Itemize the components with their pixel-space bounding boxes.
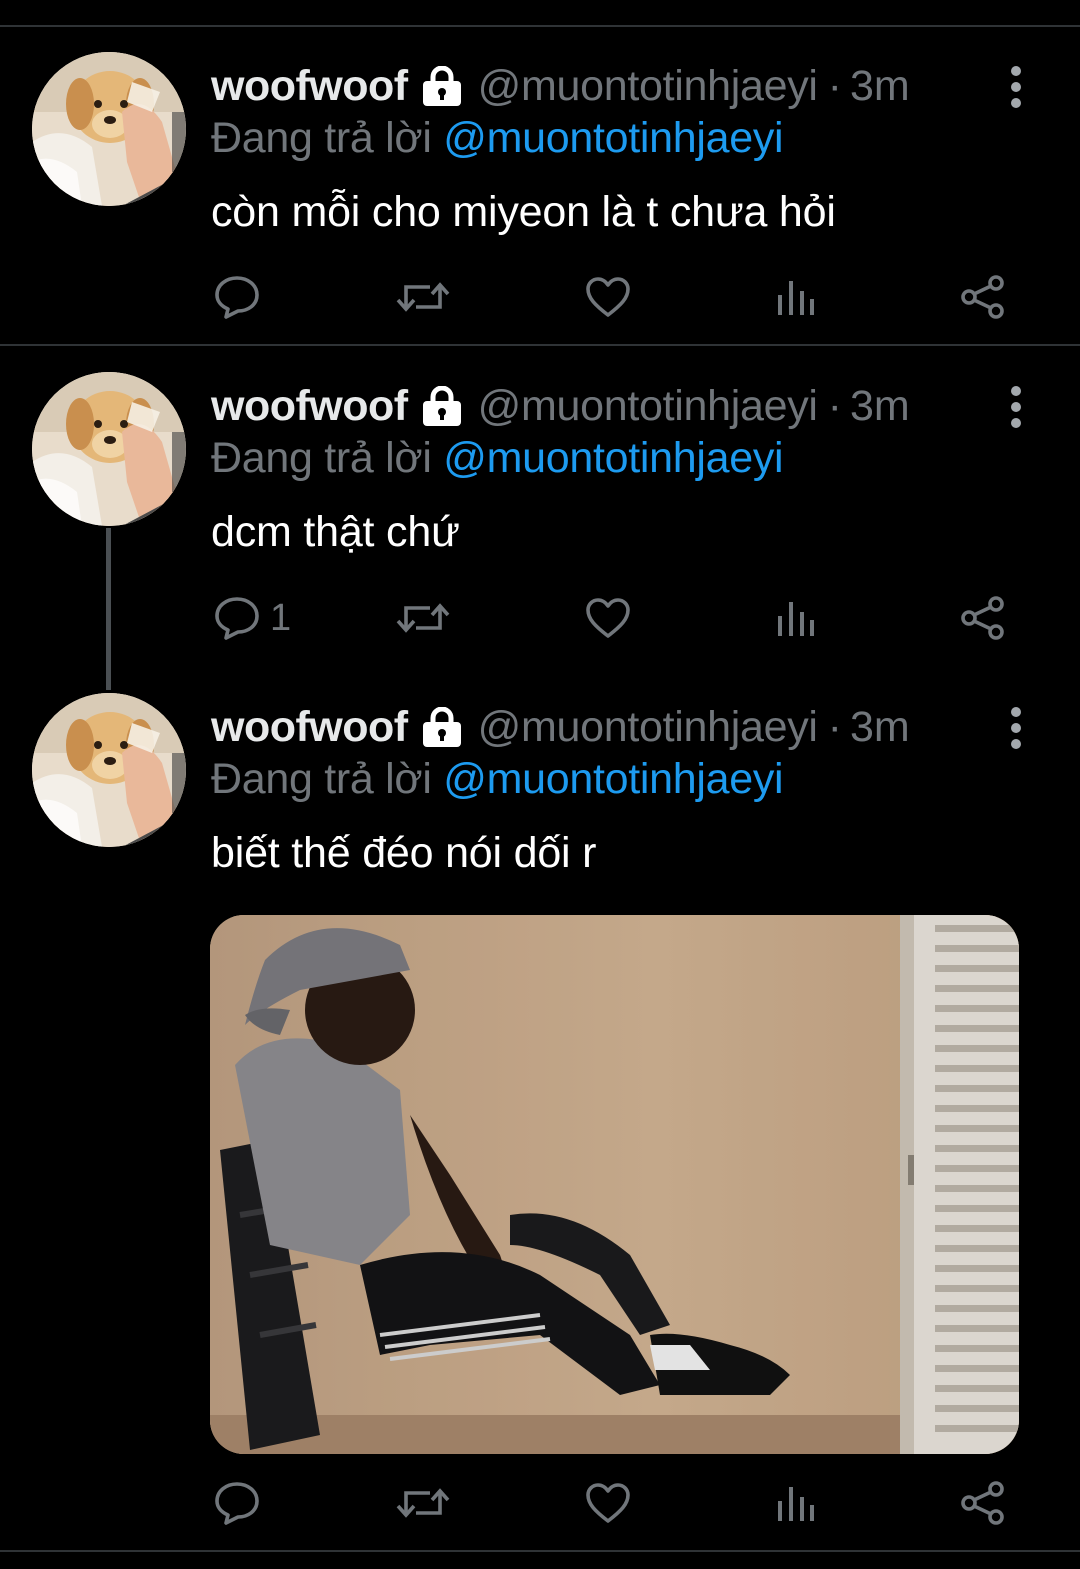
reply-button[interactable]	[214, 1473, 270, 1533]
avatar-image	[32, 693, 186, 847]
retweet-icon	[396, 1488, 450, 1518]
like-icon	[586, 598, 630, 638]
retweet-button[interactable]	[396, 588, 450, 648]
timestamp[interactable]: 3m	[850, 703, 910, 752]
share-icon	[961, 275, 1004, 319]
avatar-image	[32, 52, 186, 206]
share-button[interactable]	[960, 588, 1006, 648]
share-icon	[961, 596, 1004, 640]
views-button[interactable]	[777, 588, 815, 648]
lock-icon	[420, 66, 464, 106]
avatar[interactable]	[32, 372, 186, 526]
display-name[interactable]: woofwoof	[211, 703, 408, 752]
top-divider	[0, 25, 1080, 27]
replying-to-handle[interactable]: @muontotinhjaeyi	[443, 114, 783, 162]
reply-icon	[215, 1482, 259, 1525]
retweet-icon	[396, 282, 450, 312]
bottom-divider	[0, 1550, 1080, 1552]
replying-to-label: Đang trả lời	[211, 434, 432, 482]
share-icon	[961, 1481, 1004, 1525]
tweet-header: woofwoof @muontotinhjaeyi · 3m	[211, 701, 910, 753]
replying-to: Đang trả lời @muontotinhjaeyi	[211, 755, 784, 804]
more-icon[interactable]	[998, 382, 1034, 432]
share-button[interactable]	[960, 267, 1006, 327]
tweet-text: biết thế đéo nói dối r	[211, 829, 597, 877]
reply-count: 1	[270, 596, 292, 639]
replying-to-handle[interactable]: @muontotinhjaeyi	[443, 434, 783, 482]
like-button[interactable]	[585, 588, 631, 648]
views-button[interactable]	[777, 1473, 815, 1533]
like-icon	[586, 277, 630, 317]
user-handle[interactable]: @muontotinhjaeyi	[478, 382, 818, 431]
like-button[interactable]	[585, 1473, 631, 1533]
reply-icon	[215, 597, 259, 640]
views-button[interactable]	[777, 267, 815, 327]
tweet-header: woofwoof @muontotinhjaeyi · 3m	[211, 380, 910, 432]
replying-to: Đang trả lời @muontotinhjaeyi	[211, 114, 784, 163]
tweet-actions: 1	[0, 588, 1080, 648]
retweet-icon	[396, 603, 450, 633]
tweet-actions	[0, 267, 1080, 327]
separator-dot: ·	[827, 702, 842, 751]
display-name[interactable]: woofwoof	[211, 62, 408, 111]
separator-dot: ·	[827, 61, 842, 110]
views-icon	[778, 602, 814, 636]
user-handle[interactable]: @muontotinhjaeyi	[478, 62, 818, 111]
tweet-header: woofwoof @muontotinhjaeyi · 3m	[211, 60, 910, 112]
tweet-2[interactable]: woofwoof @muontotinhjaeyi · 3m Đang trả …	[0, 372, 1080, 672]
user-handle[interactable]: @muontotinhjaeyi	[478, 703, 818, 752]
display-name[interactable]: woofwoof	[211, 382, 408, 431]
avatar-image	[32, 372, 186, 526]
retweet-button[interactable]	[396, 267, 450, 327]
timestamp[interactable]: 3m	[850, 382, 910, 431]
reply-button[interactable]	[214, 267, 270, 327]
tweet-divider	[0, 344, 1080, 346]
replying-to-label: Đang trả lời	[211, 114, 432, 162]
views-icon	[778, 281, 814, 315]
tweet-media-image[interactable]	[210, 915, 1019, 1454]
replying-to: Đang trả lời @muontotinhjaeyi	[211, 434, 784, 483]
tweet-text: dcm thật chứ	[211, 508, 460, 556]
tweet-text: còn mỗi cho miyeon là t chưa hỏi	[211, 188, 836, 236]
retweet-button[interactable]	[396, 1473, 450, 1533]
more-icon[interactable]	[998, 703, 1034, 753]
replying-to-handle[interactable]: @muontotinhjaeyi	[443, 755, 783, 803]
media-illustration	[210, 915, 1019, 1454]
lock-icon	[420, 707, 464, 747]
views-icon	[778, 1487, 814, 1521]
tweet-1[interactable]: woofwoof @muontotinhjaeyi · 3m Đang trả …	[0, 52, 1080, 342]
tweet-actions	[0, 1473, 1080, 1533]
share-button[interactable]	[960, 1473, 1006, 1533]
separator-dot: ·	[827, 381, 842, 430]
like-icon	[586, 1483, 630, 1523]
replying-to-label: Đang trả lời	[211, 755, 432, 803]
avatar[interactable]	[32, 52, 186, 206]
reply-icon	[215, 276, 259, 319]
lock-icon	[420, 386, 464, 426]
avatar[interactable]	[32, 693, 186, 847]
more-icon[interactable]	[998, 62, 1034, 112]
like-button[interactable]	[585, 267, 631, 327]
reply-button[interactable]: 1	[214, 588, 291, 648]
timestamp[interactable]: 3m	[850, 62, 910, 111]
